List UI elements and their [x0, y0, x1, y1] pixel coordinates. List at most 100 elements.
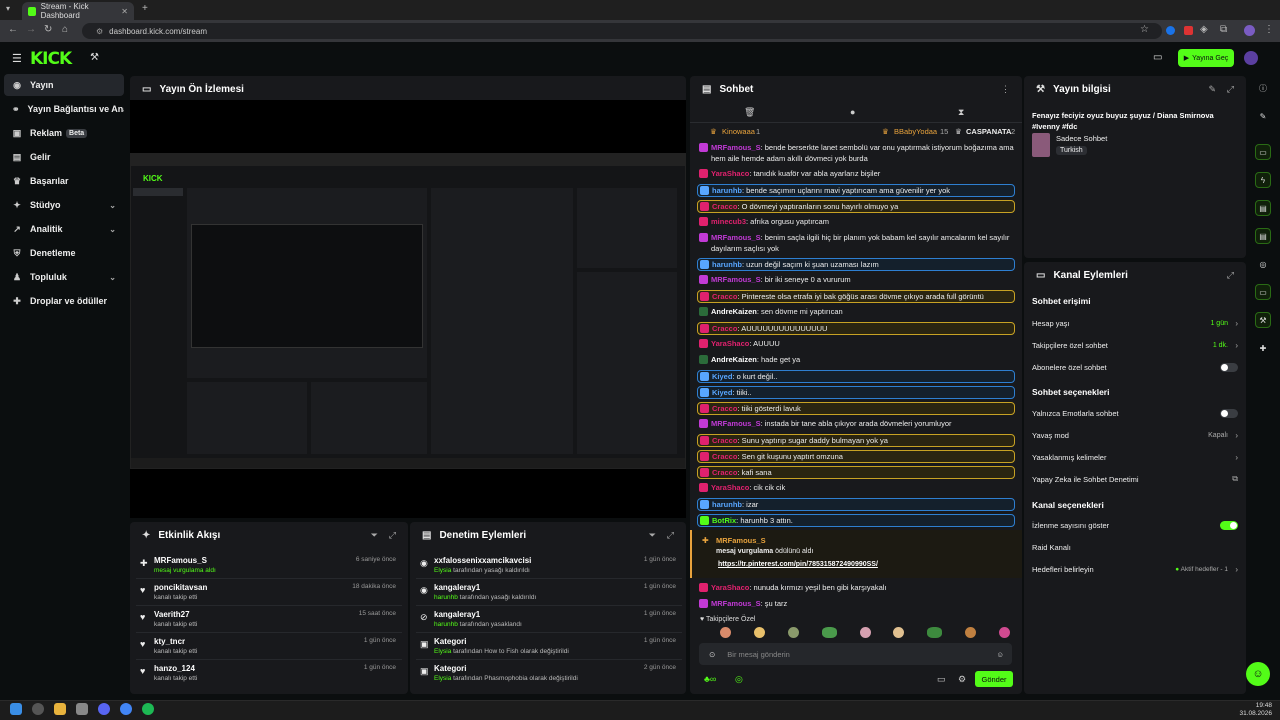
list-item[interactable]: ♥ Vaerith27 kanalı takip etti 15 saat önce — [136, 606, 402, 633]
chat-username[interactable]: MRFamous_S — [711, 599, 761, 608]
goals-row[interactable]: Hedefleri belirleyin ● Aktif hedefler - 1… — [1032, 562, 1238, 576]
chat-message[interactable]: MRFamous_S: instada bir tane abla çıkıyo… — [697, 418, 1015, 429]
list-item[interactable]: ♥ hanzo_124 kanalı takip etti 1 gün önce — [136, 660, 402, 687]
sidebar-item-drops[interactable]: ✚ Droplar ve ödüller — [4, 290, 124, 312]
chat-username[interactable]: Kiyed — [712, 372, 732, 381]
chat-username[interactable]: harunhb — [712, 500, 742, 509]
list-item[interactable]: ◉ kangaleray1 harunhb tarafından yasağı ka… — [416, 579, 682, 606]
account-age-row[interactable]: Hesap yaşı 1 gün › — [1032, 316, 1238, 330]
wrench-toggle-icon[interactable]: ⚒ — [1255, 312, 1271, 328]
channel-toggle-icon[interactable]: ▭ — [1255, 284, 1271, 300]
emote-icon[interactable] — [859, 627, 871, 638]
expand-icon[interactable]: ⤢ — [389, 530, 396, 541]
sidebar-item-ads[interactable]: ▣ Reklam Beta — [4, 122, 124, 144]
hamburger-menu-icon[interactable]: ☰ — [12, 52, 22, 65]
chat-message[interactable]: YaraShaco: cik cik cik — [697, 482, 1015, 493]
sidebar-item-community[interactable]: ♟ Topluluk ⌄ — [4, 266, 124, 288]
chat-message[interactable]: Kiyed: o kurt değil.. — [697, 370, 1015, 383]
viewer-count-toggle[interactable] — [1220, 520, 1238, 530]
emote-icon[interactable] — [753, 627, 765, 638]
extensions-puzzle-icon[interactable]: ⧉ — [1220, 24, 1227, 35]
chat-username[interactable]: YaraShaco — [711, 483, 749, 492]
sidebar-item-moderation[interactable]: ⛨ Denetleme — [4, 242, 124, 264]
tab-menu-icon[interactable]: ▾ — [6, 4, 10, 13]
chat-message[interactable]: YaraShaco: tanıdık kuaför var abla ayarl… — [697, 168, 1015, 179]
list-item[interactable]: ◉ xxfalossenixxamcikavcisi Elysia tarafınd… — [416, 552, 682, 579]
chat-message[interactable]: BotRix: harunhb 3 attın. — [697, 514, 1015, 527]
back-icon[interactable]: ← — [8, 24, 18, 35]
chat-message[interactable]: MRFamous_S: şu tarz — [697, 598, 1015, 609]
bits-icon[interactable]: ◎ — [735, 674, 743, 685]
chat-message[interactable]: MRFamous_S: bende berserkte lanet sembol… — [697, 142, 1015, 164]
spotify-icon[interactable] — [142, 703, 154, 715]
chat-username[interactable]: BotRix — [712, 516, 736, 525]
discord-icon[interactable] — [98, 703, 110, 715]
chrome-icon[interactable] — [120, 703, 132, 715]
list-item[interactable]: ▣ Kategori Elysia tarafından How to Fish o… — [416, 633, 682, 660]
chat-username[interactable]: Kiyed — [712, 388, 732, 397]
profile-avatar[interactable] — [1244, 25, 1255, 36]
chat-message[interactable]: AndreKaizen: hade get ya — [697, 354, 1015, 365]
user-avatar[interactable] — [1244, 51, 1258, 65]
extension-icon[interactable] — [1166, 26, 1175, 35]
subs-only-toggle[interactable] — [1220, 362, 1238, 372]
activity-toggle-icon[interactable]: ▤ — [1255, 200, 1271, 216]
add-widget-icon[interactable]: ✚ — [1255, 340, 1271, 356]
chat-username[interactable]: MRFamous_S — [711, 143, 761, 152]
lightning-icon[interactable]: ϟ — [1255, 172, 1271, 188]
chat-username[interactable]: Cracco — [712, 292, 737, 301]
chat-message[interactable]: minecub3: afrıka orgusu yaptırcam — [697, 216, 1015, 227]
emote-icon[interactable] — [893, 627, 905, 638]
expand-icon[interactable]: ⤢ — [1227, 84, 1234, 95]
slow-mode-row[interactable]: Yavaş mod Kapalı › — [1032, 428, 1238, 442]
chat-username[interactable]: MRFamous_S — [711, 275, 761, 284]
trash-icon[interactable]: 🗑 — [744, 107, 755, 118]
hourglass-icon[interactable]: ⧗ — [958, 107, 964, 118]
forward-icon[interactable]: → — [26, 24, 36, 35]
app-icon[interactable] — [76, 703, 88, 715]
browser-menu-icon[interactable]: ⋮ — [1264, 24, 1274, 35]
chat-message[interactable]: Cracco: O dövmeyi yaptıranların sonu hay… — [697, 200, 1015, 213]
creator-icon[interactable]: ▭ — [1153, 52, 1162, 63]
send-button[interactable]: Gönder — [975, 671, 1013, 687]
expand-icon[interactable]: ⤢ — [1227, 270, 1234, 281]
chat-message[interactable]: Cracco: Pintereste olsa etrafa iyi bak g… — [697, 290, 1015, 303]
chat-message[interactable]: YaraShaco: nunuda kırmızı yeşil ben gibi… — [697, 582, 1015, 593]
chat-message[interactable]: harunhb: uzun değil saçım ki şuan uzamas… — [697, 258, 1015, 271]
sidebar-item-stream[interactable]: ◉ Yayın — [4, 74, 124, 96]
chat-username[interactable]: MRFamous_S — [711, 233, 761, 242]
ai-moderation-row[interactable]: Yapay Zeka ile Sohbet Denetimi ⧉ — [1032, 472, 1238, 486]
gear-icon[interactable]: ⚙ — [958, 674, 966, 685]
chat-settings-icon[interactable]: ▭ — [937, 674, 946, 685]
chat-message[interactable]: AndreKaizen: sen dövme mi yaptırıcan — [697, 306, 1015, 317]
more-icon[interactable]: ⋮ — [1001, 84, 1010, 95]
filter-icon[interactable]: ⏷ — [371, 530, 378, 541]
chat-username[interactable]: harunhb — [712, 260, 742, 269]
chat-message[interactable]: Cracco: kafi sana — [697, 466, 1015, 479]
banned-words-row[interactable]: Yasaklanmış kelimeler › — [1032, 450, 1238, 464]
chat-username[interactable]: AndreKaizen — [711, 355, 757, 364]
pen-icon[interactable]: ✎ — [1255, 108, 1271, 124]
help-chat-button[interactable]: ☺ — [1246, 662, 1270, 686]
smiley-icon[interactable]: ☺ — [996, 650, 1004, 659]
chat-username[interactable]: Cracco — [712, 452, 737, 461]
list-item[interactable]: ✚ MRFamous_S mesaj vurgulama aldı 6 saniye … — [136, 552, 402, 579]
file-explorer-icon[interactable] — [54, 703, 66, 715]
emote-icon[interactable] — [999, 627, 1010, 638]
chat-username[interactable]: Cracco — [712, 436, 737, 445]
extension-icon[interactable] — [1184, 26, 1193, 35]
followers-only-row[interactable]: Takipçilere özel sohbet 1 dk. › — [1032, 338, 1238, 352]
raid-row[interactable]: Raid Kanalı — [1032, 540, 1238, 554]
new-tab-icon[interactable]: + — [142, 3, 148, 14]
chat-message[interactable]: YaraShaco: AUUUU — [697, 338, 1015, 349]
list-item[interactable]: ⊘ kangaleray1 harunhb tarafından yasakland… — [416, 606, 682, 633]
sidebar-item-stream-key[interactable]: ⚭ Yayın Bağlantısı ve Anahtar — [4, 98, 124, 120]
shield-icon[interactable]: ◈ — [1200, 24, 1208, 35]
kick-points-icon[interactable]: ♣∞ — [704, 674, 716, 684]
target-icon[interactable]: ◎ — [1255, 256, 1271, 272]
chat-username[interactable]: MRFamous_S — [711, 419, 761, 428]
kick-logo[interactable]: KICK — [30, 49, 72, 69]
chat-username[interactable]: AndreKaizen — [711, 307, 757, 316]
emotes-only-toggle[interactable] — [1220, 408, 1238, 418]
sidebar-item-revenue[interactable]: ▤ Gelir — [4, 146, 124, 168]
